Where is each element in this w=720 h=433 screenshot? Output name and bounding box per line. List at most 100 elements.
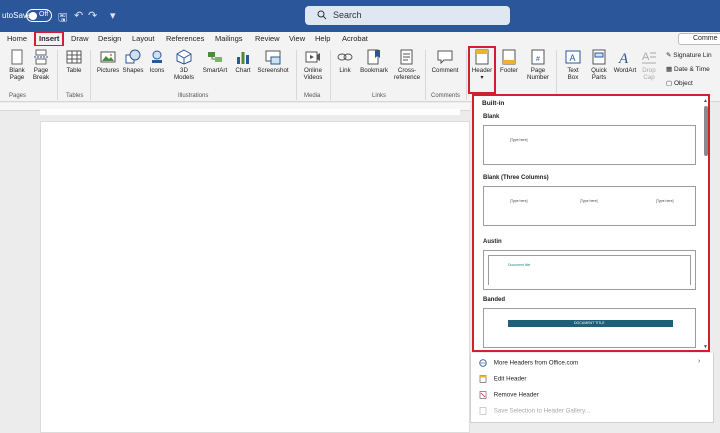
tab-home[interactable]: Home [7, 34, 27, 43]
customize-qat-icon[interactable]: ▾ [110, 9, 116, 22]
link-label: Link [339, 67, 351, 74]
online-videos-button[interactable]: Online Videos [300, 49, 326, 81]
page-number-label-1: Page [530, 67, 546, 74]
separator [57, 50, 58, 100]
date-time-label: Date & Time [673, 66, 710, 73]
footer-button[interactable]: Footer [497, 49, 521, 74]
save-selection-item[interactable]: Save Selection to Header Gallery... [479, 407, 590, 415]
icons-button[interactable]: Icons [146, 49, 168, 74]
scroll-down-icon[interactable]: ▼ [703, 344, 708, 350]
search-icon [317, 10, 327, 20]
blank-page-label-2: Page [9, 74, 25, 81]
text-box-button[interactable]: A Text Box [560, 49, 586, 81]
header-option-blank[interactable]: [Type here] [483, 125, 696, 165]
austin-frame [488, 255, 691, 285]
scrollbar-thumb[interactable] [704, 106, 708, 156]
tab-draw[interactable]: Draw [71, 34, 89, 43]
footer-label: Footer [500, 67, 518, 74]
tab-view[interactable]: View [289, 34, 305, 43]
page-number-label-2: Number [526, 74, 549, 81]
horizontal-ruler [0, 103, 470, 115]
save-icon[interactable]: 🖫 [58, 9, 67, 28]
separator [90, 50, 91, 100]
tab-references[interactable]: References [166, 34, 204, 43]
3d-models-label-1: 3D [180, 67, 188, 74]
screenshot-label: Screenshot [257, 67, 289, 74]
page-break-icon [34, 49, 48, 65]
gallery-scrollbar[interactable]: ▲ ▼ [703, 98, 708, 350]
cross-reference-label-1: Cross- [397, 67, 417, 74]
3d-models-button[interactable]: 3D Models [172, 49, 196, 81]
cross-reference-button[interactable]: Cross- reference [392, 49, 422, 81]
remove-header-item[interactable]: Remove Header [479, 391, 539, 399]
link-button[interactable]: Link [334, 49, 356, 74]
chart-icon [237, 52, 249, 64]
bookmark-label: Bookmark [360, 67, 388, 74]
blank-page-button[interactable]: Blank Page [6, 49, 28, 81]
drop-cap-button[interactable]: A Drop Cap [639, 49, 659, 81]
page-break-label-2: Break [32, 74, 50, 81]
tab-design[interactable]: Design [98, 34, 121, 43]
more-headers-item[interactable]: More Headers from Office.com [479, 359, 578, 367]
comment-button[interactable]: Comment [428, 49, 462, 74]
undo-icon[interactable]: ↶ [74, 9, 83, 22]
tab-layout[interactable]: Layout [132, 34, 155, 43]
page-break-button[interactable]: Page Break [30, 49, 52, 81]
edit-header-icon [479, 375, 487, 383]
calendar-icon: ▦ [666, 66, 673, 73]
tab-help[interactable]: Help [315, 34, 330, 43]
header-button-highlight [468, 46, 496, 94]
table-label: Table [66, 67, 82, 74]
placeholder-text: [Type here] [580, 199, 598, 203]
separator [556, 50, 557, 100]
wordart-icon: A [618, 51, 629, 65]
tab-acrobat[interactable]: Acrobat [342, 34, 368, 43]
quick-parts-button[interactable]: Quick Parts [587, 49, 611, 81]
gallery-item-title-austin: Austin [483, 239, 502, 245]
wordart-button[interactable]: A WordArt [612, 49, 638, 74]
document-page[interactable] [40, 121, 470, 433]
pictures-icon [100, 51, 116, 63]
separator [330, 50, 331, 100]
search-box[interactable]: Search [305, 6, 510, 25]
tab-review[interactable]: Review [255, 34, 280, 43]
table-button[interactable]: Table [62, 49, 86, 74]
tab-mailings[interactable]: Mailings [215, 34, 243, 43]
screenshot-button[interactable]: Screenshot [256, 49, 290, 74]
object-button[interactable]: ▢ Object [666, 79, 693, 87]
link-icon [337, 53, 353, 61]
pictures-button[interactable]: Pictures [94, 49, 122, 74]
toggle-knob [29, 12, 37, 20]
comments-button[interactable]: Comme [678, 33, 720, 45]
group-pages: Pages [9, 93, 27, 99]
redo-icon[interactable]: ↷ [88, 9, 97, 22]
text-box-icon: A [565, 50, 581, 64]
wordart-label: WordArt [613, 67, 637, 74]
shapes-button[interactable]: Shapes [121, 49, 145, 74]
quick-parts-icon [592, 49, 606, 65]
smartart-button[interactable]: SmartArt [200, 49, 230, 74]
scroll-up-icon[interactable]: ▲ [703, 98, 708, 104]
pictures-label: Pictures [96, 67, 120, 74]
video-icon [305, 51, 320, 63]
globe-icon [479, 359, 487, 367]
date-time-button[interactable]: ▦ Date & Time [666, 65, 710, 73]
header-option-banded[interactable]: DOCUMENT TITLE [483, 308, 696, 348]
header-option-austin[interactable]: Document title [483, 250, 696, 290]
edit-header-item[interactable]: Edit Header [479, 375, 526, 383]
header-option-blank-three-columns[interactable]: [Type here] [Type here] [Type here] [483, 186, 696, 226]
gallery-item-title-banded: Banded [483, 297, 506, 303]
chart-button[interactable]: Chart [232, 49, 254, 74]
shapes-icon [125, 49, 141, 64]
group-links: Links [372, 93, 387, 99]
autosave-toggle[interactable]: Off [26, 9, 52, 22]
separator [466, 50, 467, 100]
remove-header-label: Remove Header [493, 391, 539, 399]
gallery-item-title-blank: Blank [483, 114, 500, 120]
page-number-button[interactable]: # Page Number [524, 49, 552, 81]
placeholder-text: DOCUMENT TITLE [574, 321, 605, 325]
signature-line-button[interactable]: ✎ Signature Lin [666, 51, 712, 59]
page-number-icon: # [531, 49, 545, 65]
bookmark-button[interactable]: Bookmark [358, 49, 390, 74]
svg-text:A: A [570, 53, 576, 63]
